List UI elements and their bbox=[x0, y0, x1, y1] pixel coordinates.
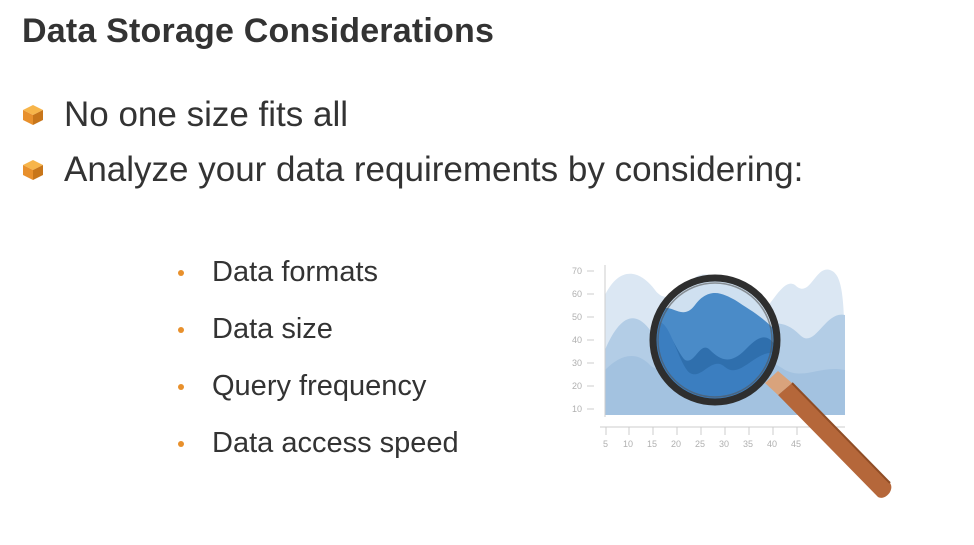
y-tick-label: 30 bbox=[572, 358, 582, 368]
chart-magnifier-illustration: 70 60 50 40 30 20 10 5 10 15 20 25 30 35… bbox=[572, 265, 892, 498]
x-tick-label: 25 bbox=[695, 439, 705, 449]
sub-bullet: Data formats bbox=[176, 244, 459, 301]
x-tick-label: 45 bbox=[791, 439, 801, 449]
y-tick-label: 40 bbox=[572, 335, 582, 345]
sub-bullet-list: Data formats Data size Query frequency D… bbox=[176, 244, 459, 472]
x-tick-label: 20 bbox=[671, 439, 681, 449]
main-bullet-text: Analyze your data requirements by consid… bbox=[64, 150, 804, 189]
x-tick-label: 5 bbox=[603, 439, 608, 449]
magnifying-glass-icon bbox=[649, 274, 892, 498]
x-tick-label: 35 bbox=[743, 439, 753, 449]
x-tick-label: 40 bbox=[767, 439, 777, 449]
main-bullet-text: No one size fits all bbox=[64, 95, 349, 134]
sub-bullet: Data size bbox=[176, 301, 459, 358]
sub-bullet-text: Data size bbox=[212, 313, 333, 345]
y-tick-label: 10 bbox=[572, 404, 582, 414]
sub-bullet: Query frequency bbox=[176, 358, 459, 415]
y-tick-label: 20 bbox=[572, 381, 582, 391]
x-tick-label: 30 bbox=[719, 439, 729, 449]
bullet-dot-icon bbox=[178, 383, 184, 390]
sub-bullet-text: Query frequency bbox=[212, 370, 427, 402]
y-tick-label: 50 bbox=[572, 312, 582, 322]
x-tick-label: 15 bbox=[647, 439, 657, 449]
main-bullet: Analyze your data requirements by consid… bbox=[22, 150, 803, 190]
sub-bullet-text: Data formats bbox=[212, 256, 378, 288]
bullet-dot-icon bbox=[178, 326, 184, 333]
cube-icon bbox=[23, 160, 43, 180]
x-axis: 5 10 15 20 25 30 35 40 45 bbox=[600, 426, 845, 449]
sub-bullet-text: Data access speed bbox=[212, 427, 459, 459]
y-tick-label: 70 bbox=[572, 266, 582, 276]
y-tick-label: 60 bbox=[572, 289, 582, 299]
cube-icon bbox=[23, 105, 43, 125]
slide-title: Data Storage Considerations bbox=[22, 12, 495, 50]
y-axis: 70 60 50 40 30 20 10 bbox=[572, 265, 606, 417]
bullet-dot-icon bbox=[178, 269, 184, 276]
sub-bullet: Data access speed bbox=[176, 415, 459, 472]
x-tick-label: 10 bbox=[623, 439, 633, 449]
main-bullet: No one size fits all bbox=[22, 95, 348, 135]
bullet-dot-icon bbox=[178, 440, 184, 447]
